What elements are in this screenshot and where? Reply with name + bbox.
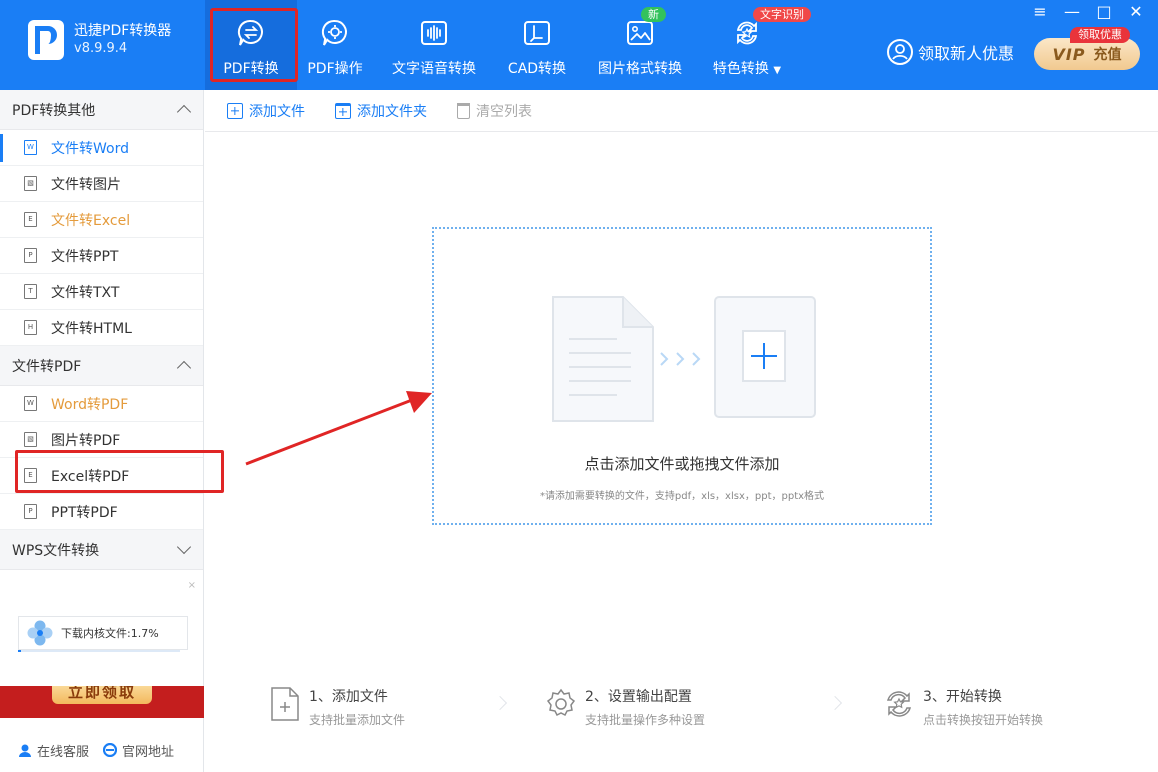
sidebar-item-to-excel[interactable]: E 文件转Excel (0, 202, 203, 238)
fan-icon (27, 620, 53, 646)
image-icon (625, 18, 655, 48)
nav-special-convert[interactable]: 文字识别 特色转换 ▼ (701, 0, 811, 90)
excel-file-icon: E (24, 468, 37, 483)
toolbar: 添加文件 添加文件夹 清空列表 (205, 90, 1158, 132)
clear-list-button[interactable]: 清空列表 (457, 101, 532, 121)
trash-icon (457, 102, 470, 119)
file-dropzone[interactable]: 点击添加文件或拖拽文件添加 *请添加需要转换的文件，支持pdf，xls，xlsx… (432, 227, 932, 525)
sidebar-item-to-word[interactable]: W 文件转Word (0, 130, 203, 166)
sidebar-section-wps[interactable]: WPS文件转换 (0, 530, 203, 570)
add-folder-button[interactable]: 添加文件夹 (335, 101, 427, 121)
chevron-down-icon (176, 539, 192, 555)
sidebar-footer: 在线客服 官网地址 (0, 728, 204, 772)
sidebar: PDF转换其他 W 文件转Word ▧ 文件转图片 E 文件转Excel P 文… (0, 90, 204, 772)
user-icon (887, 39, 913, 65)
promo-link[interactable]: 领取新人优惠 (886, 38, 1014, 66)
download-progress-bar (18, 650, 180, 652)
brand: 迅捷PDF转换器 v8.9.9.4 (28, 20, 171, 60)
download-status: 下载内核文件:1.7% (18, 616, 188, 650)
claim-now-button[interactable]: 立即领取 (52, 686, 152, 704)
nav-voice-convert[interactable]: 文字语音转换 (373, 0, 495, 90)
window-controls: ≡ — □ ✕ (1032, 4, 1144, 20)
refresh-star-icon (732, 18, 762, 48)
html-file-icon: H (24, 320, 37, 335)
maximize-button[interactable]: □ (1096, 4, 1112, 20)
convert-icon (887, 691, 911, 717)
dropzone-title: 点击添加文件或拖拽文件添加 (584, 455, 780, 473)
chevron-up-icon (176, 360, 192, 376)
sidebar-item-word-to-pdf[interactable]: W Word转PDF (0, 386, 203, 422)
close-button[interactable]: ✕ (1128, 4, 1144, 20)
sidebar-item-to-txt[interactable]: T 文件转TXT (0, 274, 203, 310)
nav-cad-convert[interactable]: CAD转换 (495, 0, 579, 90)
word-file-icon: W (24, 396, 37, 411)
sidebar-item-to-image[interactable]: ▧ 文件转图片 (0, 166, 203, 202)
add-document-icon (271, 687, 299, 721)
image-file-icon: ▧ (24, 176, 37, 191)
add-file-icon (227, 102, 243, 119)
nav-pdf-convert[interactable]: PDF转换 (205, 0, 297, 90)
app-name: 迅捷PDF转换器 (74, 23, 172, 39)
image-file-icon: ▧ (24, 432, 37, 447)
sidebar-item-excel-to-pdf[interactable]: E Excel转PDF (0, 458, 203, 494)
sidebar-item-ppt-to-pdf[interactable]: P PPT转PDF (0, 494, 203, 530)
app-version: v8.9.9.4 (74, 41, 128, 56)
service-icon (19, 744, 31, 757)
add-file-button[interactable]: 添加文件 (227, 101, 305, 121)
caret-down-icon: ▼ (773, 65, 782, 76)
top-bar: 迅捷PDF转换器 v8.9.9.4 PDF转换 PDF操作 文字语音转换 CAD… (0, 0, 1158, 90)
txt-file-icon: T (24, 284, 37, 299)
sidebar-item-to-html[interactable]: H 文件转HTML (0, 310, 203, 346)
ad-close-icon[interactable]: × (188, 580, 196, 591)
ppt-file-icon: P (24, 504, 37, 519)
step-separator (827, 695, 843, 711)
menu-icon[interactable]: ≡ (1032, 4, 1048, 20)
nav-pdf-operation[interactable]: PDF操作 (297, 0, 373, 90)
dropzone-hint: *请添加需要转换的文件，支持pdf，xls，xlsx，ppt，pptx格式 (539, 491, 825, 502)
new-badge: 新 (641, 7, 666, 22)
step-add-file: 1、添加文件 支持批量添加文件 (269, 686, 405, 728)
nav-image-convert[interactable]: 新 图片格式转换 (579, 0, 701, 90)
online-service-link[interactable]: 在线客服 (18, 741, 89, 760)
gear-icon (546, 688, 576, 717)
ppt-file-icon: P (24, 248, 37, 263)
sidebar-item-to-ppt[interactable]: P 文件转PPT (0, 238, 203, 274)
pdf-convert-icon (236, 18, 266, 48)
step-separator (492, 695, 508, 711)
app-logo-icon (28, 20, 64, 60)
minimize-button[interactable]: — (1064, 4, 1080, 20)
add-document-illustration-icon (552, 296, 816, 422)
website-link[interactable]: 官网地址 (103, 741, 174, 760)
ocr-badge: 文字识别 (753, 7, 811, 22)
step-start-convert: 3、开始转换 点击转换按钮开始转换 (883, 686, 1043, 728)
sidebar-item-image-to-pdf[interactable]: ▧ 图片转PDF (0, 422, 203, 458)
chevron-up-icon (176, 104, 192, 120)
voice-wave-icon (419, 18, 449, 48)
sidebar-section-pdf-other[interactable]: PDF转换其他 (0, 90, 203, 130)
add-folder-icon (335, 102, 351, 119)
browser-icon (103, 743, 118, 757)
pdf-operation-icon (320, 18, 350, 48)
word-file-icon: W (24, 140, 37, 155)
ad-area: × 下载内核文件:1.7% (0, 574, 204, 704)
sidebar-section-to-pdf[interactable]: 文件转PDF (0, 346, 203, 386)
steps-bar: 1、添加文件 支持批量添加文件 2、设置输出配置 支持批量操作多种设置 3、开始… (205, 680, 1158, 740)
main-nav: PDF转换 PDF操作 文字语音转换 CAD转换 新 图片格式转换 文字识别 特… (205, 0, 811, 90)
cad-icon (522, 18, 552, 48)
vip-discount-tag: 领取优惠 (1070, 27, 1130, 43)
step-output-settings: 2、设置输出配置 支持批量操作多种设置 (545, 686, 705, 728)
ad-banner[interactable]: 立即领取 (0, 686, 204, 718)
excel-file-icon: E (24, 212, 37, 227)
